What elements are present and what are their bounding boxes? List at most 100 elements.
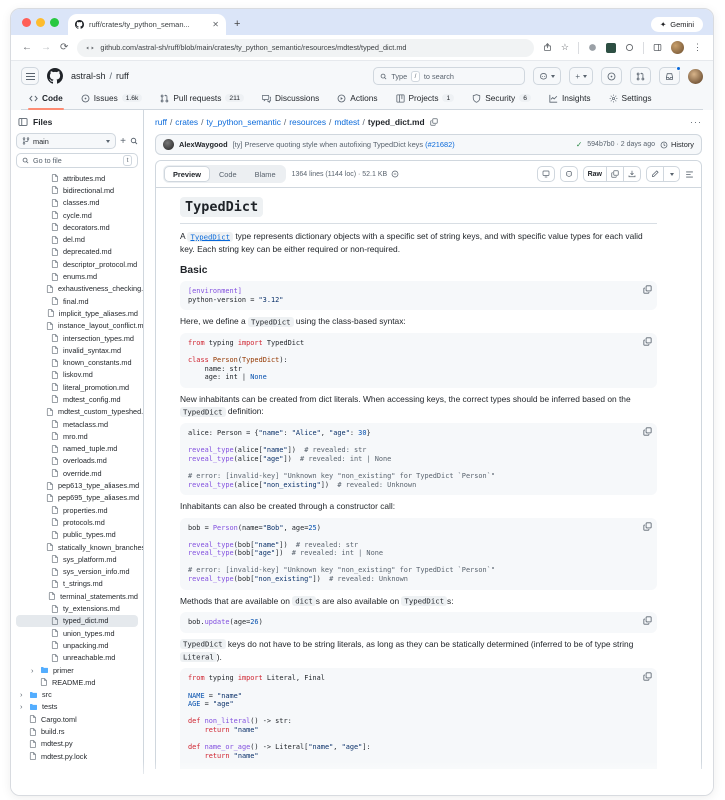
tree-file-descriptor-protocol-md[interactable]: descriptor_protocol.md bbox=[16, 258, 138, 270]
tree-file-enums-md[interactable]: enums.md bbox=[16, 270, 138, 282]
tree-file-invalid-syntax-md[interactable]: invalid_syntax.md bbox=[16, 344, 138, 356]
github-logo[interactable] bbox=[47, 68, 63, 84]
tree-file-literal-promotion-md[interactable]: literal_promotion.md bbox=[16, 381, 138, 393]
back-icon[interactable]: ← bbox=[22, 42, 32, 53]
tree-file-known-constants-md[interactable]: known_constants.md bbox=[16, 356, 138, 368]
download-raw-icon[interactable] bbox=[624, 166, 641, 182]
nav-tab-issues[interactable]: Issues1.6k bbox=[75, 90, 149, 109]
file-info-icon[interactable] bbox=[391, 170, 399, 178]
copy-code-icon[interactable] bbox=[643, 672, 652, 681]
tab-preview[interactable]: Preview bbox=[164, 166, 210, 182]
notifications-inbox-button[interactable] bbox=[659, 67, 680, 85]
issues-dashboard-button[interactable] bbox=[601, 67, 622, 85]
extension-icon-2[interactable] bbox=[606, 43, 616, 53]
copy-code-icon[interactable] bbox=[643, 616, 652, 625]
tree-file-public-types-md[interactable]: public_types.md bbox=[16, 529, 138, 541]
tree-file-protocols-md[interactable]: protocols.md bbox=[16, 516, 138, 528]
tree-file-overloads-md[interactable]: overloads.md bbox=[16, 455, 138, 467]
symbols-panel-button[interactable] bbox=[537, 166, 555, 182]
copy-code-icon[interactable] bbox=[643, 522, 652, 531]
pull-requests-dashboard-button[interactable] bbox=[630, 67, 651, 85]
copy-code-icon[interactable] bbox=[643, 285, 652, 294]
copy-path-icon[interactable] bbox=[430, 118, 438, 126]
repo-link[interactable]: ruff bbox=[116, 71, 129, 81]
address-bar[interactable]: github.com/astral-sh/ruff/blob/main/crat… bbox=[77, 39, 534, 57]
side-panel-icon[interactable] bbox=[653, 43, 662, 52]
raw-button[interactable]: Raw bbox=[583, 166, 607, 182]
outline-button[interactable] bbox=[685, 170, 694, 179]
tree-file-attributes-md[interactable]: attributes.md bbox=[16, 172, 138, 184]
breadcrumb-link-ruff[interactable]: ruff bbox=[155, 117, 167, 127]
tree-file-sys-version-info-md[interactable]: sys_version_info.md bbox=[16, 566, 138, 578]
tree-file-decorators-md[interactable]: decorators.md bbox=[16, 221, 138, 233]
tree-file-mdtest-custom-typeshed-md[interactable]: mdtest_custom_typeshed.md bbox=[16, 406, 138, 418]
tree-file-properties-md[interactable]: properties.md bbox=[16, 504, 138, 516]
inline-code-link[interactable]: TypedDict bbox=[187, 231, 233, 241]
tree-folder-primer[interactable]: ›primer bbox=[16, 664, 138, 676]
tree-file-implicit-type-aliases-md[interactable]: implicit_type_aliases.md bbox=[16, 307, 138, 319]
tree-file-mdtest-py-lock[interactable]: mdtest.py.lock bbox=[16, 750, 138, 762]
tree-file-del-md[interactable]: del.md bbox=[16, 233, 138, 245]
site-info-icon[interactable] bbox=[86, 44, 94, 52]
copy-raw-icon[interactable] bbox=[607, 166, 624, 182]
tree-file-cycle-md[interactable]: cycle.md bbox=[16, 209, 138, 221]
profile-avatar[interactable] bbox=[671, 41, 684, 54]
browser-tab[interactable]: ruff/crates/ty_python_seman... ✕ bbox=[68, 14, 226, 35]
commit-author[interactable]: AlexWaygood bbox=[179, 140, 228, 149]
tree-file-union-types-md[interactable]: union_types.md bbox=[16, 627, 138, 639]
global-search-input[interactable]: Type / to search bbox=[373, 67, 525, 85]
window-controls[interactable] bbox=[11, 18, 68, 35]
search-files-icon[interactable] bbox=[130, 137, 138, 145]
tree-file-cargo-toml[interactable]: Cargo.toml bbox=[16, 713, 138, 725]
pr-link[interactable]: (#21682) bbox=[425, 140, 455, 149]
chrome-menu-icon[interactable]: ⋮ bbox=[693, 42, 702, 53]
tree-file-sys-platform-md[interactable]: sys_platform.md bbox=[16, 553, 138, 565]
tree-folder-src[interactable]: ›src bbox=[16, 688, 138, 700]
commit-hash-time[interactable]: 594b7b0 · 2 days ago bbox=[587, 141, 655, 148]
branch-selector[interactable]: main bbox=[16, 133, 116, 149]
checks-passed-icon[interactable]: ✓ bbox=[576, 140, 582, 149]
reload-icon[interactable]: ⟳ bbox=[60, 42, 68, 53]
add-file-icon[interactable]: + bbox=[120, 136, 126, 147]
tree-file-intersection-types-md[interactable]: intersection_types.md bbox=[16, 332, 138, 344]
tree-file-override-md[interactable]: override.md bbox=[16, 467, 138, 479]
edit-caret-icon[interactable] bbox=[664, 166, 680, 182]
nav-tab-projects[interactable]: Projects1 bbox=[390, 90, 461, 109]
tree-file-mdtest-py[interactable]: mdtest.py bbox=[16, 738, 138, 750]
tree-file-build-rs[interactable]: build.rs bbox=[16, 725, 138, 737]
breadcrumb-link-crates[interactable]: crates bbox=[175, 117, 198, 127]
nav-tab-code[interactable]: Code bbox=[23, 90, 69, 109]
nav-tab-pull-requests[interactable]: Pull requests211 bbox=[154, 90, 250, 109]
global-nav-menu-button[interactable] bbox=[21, 67, 39, 85]
close-window-icon[interactable] bbox=[22, 18, 31, 27]
tree-file-exhaustiveness-checking-md[interactable]: exhaustiveness_checking.md bbox=[16, 283, 138, 295]
tree-file-deprecated-md[interactable]: deprecated.md bbox=[16, 246, 138, 258]
maximize-window-icon[interactable] bbox=[50, 18, 59, 27]
tree-file-terminal-statements-md[interactable]: terminal_statements.md bbox=[16, 590, 138, 602]
gemini-button[interactable]: ✦ Gemini bbox=[651, 17, 703, 32]
more-options-button[interactable]: ··· bbox=[690, 117, 702, 127]
commit-message[interactable]: [ty] Preserve quoting style when autofix… bbox=[233, 140, 571, 149]
tree-file-pep695-type-aliases-md[interactable]: pep695_type_aliases.md bbox=[16, 492, 138, 504]
tree-file-metaclass-md[interactable]: metaclass.md bbox=[16, 418, 138, 430]
tree-file-unreachable-md[interactable]: unreachable.md bbox=[16, 652, 138, 664]
tree-file-ty-extensions-md[interactable]: ty_extensions.md bbox=[16, 602, 138, 614]
tree-folder-tests[interactable]: ›tests bbox=[16, 701, 138, 713]
nav-tab-security[interactable]: Security6 bbox=[466, 90, 537, 109]
tree-file-classes-md[interactable]: classes.md bbox=[16, 197, 138, 209]
nav-tab-actions[interactable]: Actions bbox=[331, 90, 383, 109]
breadcrumb-link-resources[interactable]: resources bbox=[289, 117, 326, 127]
tree-file-typed-dict-md[interactable]: typed_dict.md bbox=[16, 615, 138, 627]
org-link[interactable]: astral-sh bbox=[71, 71, 106, 81]
commit-author-avatar[interactable] bbox=[163, 139, 174, 150]
tree-file-unpacking-md[interactable]: unpacking.md bbox=[16, 639, 138, 651]
minimize-window-icon[interactable] bbox=[36, 18, 45, 27]
tree-file-instance-layout-conflict-md[interactable]: instance_layout_conflict.md bbox=[16, 320, 138, 332]
tree-file-pep613-type-aliases-md[interactable]: pep613_type_aliases.md bbox=[16, 479, 138, 491]
share-icon[interactable] bbox=[543, 43, 552, 52]
extension-icon-3[interactable] bbox=[625, 43, 634, 52]
tree-file-readme-md[interactable]: README.md bbox=[16, 676, 138, 688]
tree-file-mro-md[interactable]: mro.md bbox=[16, 430, 138, 442]
tab-code[interactable]: Code bbox=[210, 166, 246, 182]
bookmark-star-icon[interactable]: ☆ bbox=[561, 42, 569, 53]
